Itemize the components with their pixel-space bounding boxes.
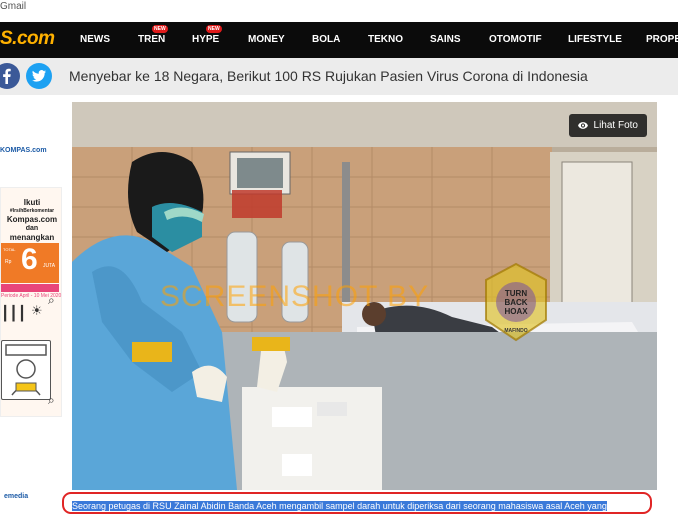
bookmark-bar: Gmail (0, 0, 678, 22)
photo-caption-text[interactable]: Seorang petugas di RSU Zainal Abidin Ban… (72, 501, 607, 511)
ad-rp-label: Rp (5, 259, 12, 265)
facebook-icon (3, 68, 11, 84)
ad-divider (1, 284, 59, 292)
nav-item-money[interactable]: MONEY (248, 34, 285, 45)
twitter-share-button[interactable] (26, 63, 52, 89)
left-sidebar: KOMPAS.com Ikuti #IrsihBerkomentar Kompa… (0, 95, 70, 509)
ad-line-menangkan: menangkan (9, 233, 55, 242)
nav-item-news[interactable]: NEWS (80, 34, 110, 45)
barcode-icon: ┃┃┃ (1, 306, 27, 322)
new-badge: NEW (152, 25, 168, 33)
article-photo[interactable]: Lihat Foto SCREENSHOT BY TURN BACK HOAX … (72, 102, 657, 490)
view-photo-button[interactable]: Lihat Foto (568, 114, 647, 137)
ad-period-label: Periode (1, 293, 19, 299)
site-logo[interactable]: S.com (0, 28, 55, 50)
nav-item-bola[interactable]: BOLA (312, 34, 340, 45)
ad-total-label: TOTAL (3, 247, 16, 252)
turnbackhoax-badge: TURN BACK HOAX MAFINDO (485, 262, 547, 342)
photo-caption: Seorang petugas di RSU Zainal Abidin Ban… (62, 492, 652, 514)
new-badge: NEW (206, 25, 222, 33)
ad-line-hashtag: #IrsihBerkomentar (9, 208, 55, 214)
nav-item-sains[interactable]: SAINS (430, 34, 461, 45)
badge-back: BACK (504, 298, 527, 307)
ad-period-dates: April - 10 Mei 2020 (19, 293, 62, 299)
nav-item-tren[interactable]: TREN NEW (138, 25, 168, 45)
ad-line-ikuti: Ikuti (23, 198, 41, 207)
twitter-icon (32, 70, 46, 82)
ad-prize-box: TOTAL Rp 6 JUTA (1, 243, 59, 283)
sidebar-ad-banner[interactable]: Ikuti #IrsihBerkomentar Kompas.com dan m… (0, 187, 62, 417)
magnifier-icon: ⌕ (48, 293, 55, 307)
badge-org: MAFINDO (504, 328, 527, 334)
article-headline[interactable]: Menyebar ke 18 Negara, Berikut 100 RS Ru… (69, 68, 588, 84)
ad-line-kompas: Kompas.com (6, 215, 58, 224)
magnifier-icon: ⌕ (48, 393, 55, 407)
badge-hoax: HOAX (504, 307, 528, 316)
share-bar: Menyebar ke 18 Negara, Berikut 100 RS Ru… (0, 58, 678, 95)
bookmark-gmail[interactable]: Gmail (0, 1, 26, 12)
ad-illustration (1, 340, 51, 400)
badge-turn: TURN (505, 289, 527, 298)
ad-line-dan: dan (25, 225, 39, 232)
facebook-share-button[interactable] (0, 63, 20, 89)
nav-item-otomotif[interactable]: OTOMOTIF (489, 34, 542, 45)
nav-item-hype-label: HYPE (192, 34, 220, 45)
eye-icon (577, 122, 588, 129)
ad-prize-amount: 6 (21, 243, 38, 276)
nav-item-hype[interactable]: HYPE NEW (192, 25, 222, 45)
ad-unit-label: JUTA (43, 263, 56, 269)
sun-icon: ☀ (31, 304, 43, 319)
emedia-logo[interactable]: emedia (4, 493, 28, 500)
view-photo-label: Lihat Foto (593, 120, 638, 131)
kompas-logo[interactable]: KOMPAS.com (0, 147, 47, 154)
nav-item-tren-label: TREN (138, 34, 166, 45)
screenshot-watermark: SCREENSHOT BY (160, 280, 430, 313)
nav-item-tekno[interactable]: TEKNO (368, 34, 403, 45)
nav-item-properti[interactable]: PROPE (646, 34, 678, 45)
main-navbar: S.com NEWS TREN NEW HYPE NEW MONEY BOLA … (0, 22, 678, 58)
nav-item-lifestyle[interactable]: LIFESTYLE (568, 34, 622, 45)
